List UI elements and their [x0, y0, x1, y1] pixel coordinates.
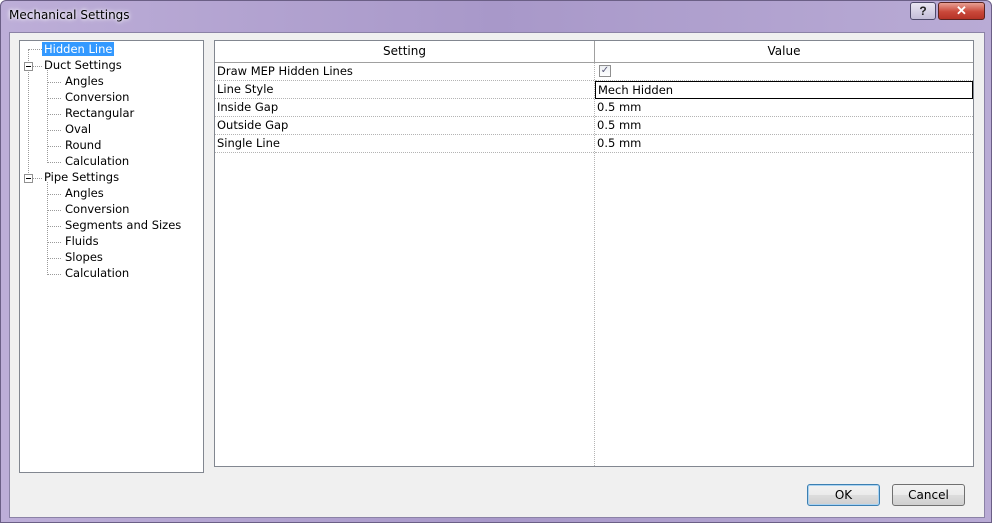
help-button[interactable]: ? [910, 2, 936, 20]
tree-item-duct-angles[interactable]: Angles [63, 74, 106, 89]
tree-branch-connector [47, 70, 48, 163]
tree-connector [47, 258, 61, 259]
ok-button[interactable]: OK [807, 484, 880, 506]
tree-item-pipe-conversion[interactable]: Conversion [63, 202, 131, 217]
setting-value-inside-gap[interactable]: 0.5 mm [595, 99, 973, 117]
setting-value-single-line[interactable]: 0.5 mm [595, 135, 973, 153]
tree-connector [47, 194, 61, 195]
tree-item-label: Angles [65, 74, 104, 88]
tree-connector [33, 66, 42, 67]
column-header-setting[interactable]: Setting [215, 41, 595, 63]
collapse-duct-settings-icon[interactable] [24, 62, 33, 71]
tree-item-pipe-fluids[interactable]: Fluids [63, 234, 101, 249]
tree-item-label: Calculation [65, 266, 130, 280]
settings-grid: Setting Value Draw MEP Hidden Lines ✓ Li… [214, 40, 974, 467]
tree-item-label: Oval [65, 122, 92, 136]
tree-connector [47, 146, 61, 147]
setting-value-outside-gap[interactable]: 0.5 mm [595, 117, 973, 135]
tree-item-pipe-calculation[interactable]: Calculation [63, 266, 131, 281]
dialog-title: Mechanical Settings [9, 8, 130, 22]
tree-item-duct-round[interactable]: Round [63, 138, 103, 153]
setting-name-outside-gap: Outside Gap [215, 117, 594, 135]
tree-item-label: Conversion [65, 202, 130, 216]
tree-connector [28, 49, 42, 50]
tree-item-label: Angles [65, 186, 104, 200]
tree-item-duct-calculation[interactable]: Calculation [63, 154, 131, 169]
tree-connector [47, 130, 61, 131]
tree-item-label: Calculation [65, 154, 130, 168]
column-header-value[interactable]: Value [595, 41, 973, 63]
tree-item-label: Slopes [65, 250, 103, 264]
title-bar[interactable]: Mechanical Settings ? ✕ [1, 1, 991, 31]
tree-item-pipe-segments-and-sizes[interactable]: Segments and Sizes [63, 218, 183, 233]
tree-item-hidden-line[interactable]: Hidden Line [42, 42, 115, 57]
tree-connector [47, 98, 61, 99]
setting-value-line-style[interactable]: Mech Hidden [595, 81, 973, 99]
cancel-button[interactable]: Cancel [892, 484, 965, 506]
tree-item-label: Rectangular [65, 106, 135, 120]
setting-value-draw-mep-hidden-lines[interactable]: ✓ [595, 63, 973, 81]
tree-connector [47, 226, 61, 227]
tree-item-duct-conversion[interactable]: Conversion [63, 90, 131, 105]
tree-connector [47, 210, 61, 211]
tree-branch-connector [47, 182, 48, 275]
tree-item-label: Conversion [65, 90, 130, 104]
setting-name-draw-mep-hidden-lines: Draw MEP Hidden Lines [215, 63, 594, 81]
tree-connector [47, 162, 61, 163]
settings-tree[interactable]: Hidden Line Duct Settings Angles Convers… [19, 40, 204, 473]
tree-item-label: Pipe Settings [44, 170, 120, 184]
collapse-pipe-settings-icon[interactable] [24, 174, 33, 183]
tree-connector [47, 82, 61, 83]
tree-item-label: Hidden Line [42, 42, 115, 56]
tree-item-pipe-angles[interactable]: Angles [63, 186, 106, 201]
tree-connector [47, 274, 61, 275]
tree-item-pipe-slopes[interactable]: Slopes [63, 250, 105, 265]
tree-item-label: Fluids [65, 234, 99, 248]
tree-connector [47, 114, 61, 115]
tree-item-label: Round [65, 138, 102, 152]
tree-item-duct-oval[interactable]: Oval [63, 122, 93, 137]
tree-item-pipe-settings[interactable]: Pipe Settings [42, 170, 121, 185]
tree-item-label: Duct Settings [44, 58, 122, 72]
tree-item-duct-settings[interactable]: Duct Settings [42, 58, 124, 73]
mechanical-settings-dialog: Mechanical Settings ? ✕ Hidden Line Duct… [0, 0, 992, 523]
setting-name-inside-gap: Inside Gap [215, 99, 594, 117]
setting-name-line-style: Line Style [215, 81, 594, 99]
tree-connector [47, 242, 61, 243]
dialog-body: Hidden Line Duct Settings Angles Convers… [9, 32, 985, 518]
draw-mep-hidden-lines-checkbox[interactable]: ✓ [599, 65, 611, 77]
setting-name-single-line: Single Line [215, 135, 594, 153]
tree-item-label: Segments and Sizes [65, 218, 182, 232]
tree-connector [33, 178, 42, 179]
tree-item-duct-rectangular[interactable]: Rectangular [63, 106, 136, 121]
close-button[interactable]: ✕ [938, 2, 985, 20]
